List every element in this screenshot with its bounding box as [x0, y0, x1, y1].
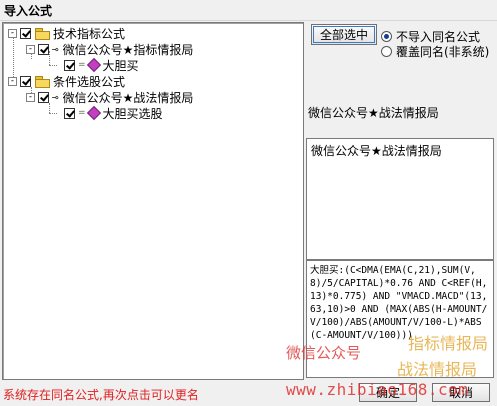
- window-title: 导入公式: [4, 4, 53, 18]
- watermark-site: www.zhibiao168.com: [286, 380, 469, 399]
- watermark-wechat: 微信公众号: [286, 344, 362, 362]
- tree-node-label: 大胆买: [102, 58, 139, 73]
- watermark-tactics-bureau: 战法情报局: [397, 360, 478, 379]
- status-message: 系统存在同名公式,再次点击可以更名: [3, 388, 199, 402]
- tree-node-indicator-bureau[interactable]: - ⊸ 微信公众号★指标情报局: [26, 41, 193, 57]
- folder-icon: [35, 75, 50, 88]
- folder-icon: [35, 27, 50, 40]
- radio-label: 覆盖同名(非系统): [396, 45, 490, 59]
- formula-type-icon: =: [78, 60, 86, 70]
- tree-node-stock-screen-formulas[interactable]: - 条件选股公式: [8, 73, 125, 89]
- formula-icon: [86, 57, 101, 73]
- tree-node-tech-formulas[interactable]: - 技术指标公式: [8, 25, 125, 41]
- collapse-toggle[interactable]: -: [8, 28, 17, 38]
- key-icon: ⊸: [52, 42, 59, 56]
- title-bar: 导入公式: [0, 0, 497, 21]
- formula-description-box[interactable]: 微信公众号★战法情报局: [306, 138, 494, 260]
- collapse-toggle[interactable]: -: [26, 44, 35, 54]
- tree-node-label: 条件选股公式: [53, 74, 126, 89]
- tree-node-label: 微信公众号★指标情报局: [62, 42, 194, 57]
- checkbox[interactable]: [20, 75, 31, 87]
- radio-dot[interactable]: [381, 31, 392, 42]
- checkbox[interactable]: [64, 107, 75, 119]
- radio-dot[interactable]: [381, 46, 392, 57]
- checkbox[interactable]: [38, 43, 49, 55]
- import-formula-dialog: 导入公式 - 技术指标公式 - ⊸ 微信公众号★指标情报局 = 大胆买 - 条件…: [0, 0, 497, 406]
- watermark-indicator-bureau: 指标情报局: [408, 334, 489, 353]
- collapse-toggle[interactable]: -: [26, 92, 35, 102]
- formula-type-icon: =: [78, 108, 86, 118]
- select-all-button[interactable]: 全部选中: [311, 24, 377, 45]
- tree-node-label: 技术指标公式: [53, 26, 126, 41]
- tree-leaf-dadanmai[interactable]: = 大胆买: [61, 57, 139, 73]
- formula-icon: [86, 105, 101, 121]
- checkbox[interactable]: [20, 27, 31, 39]
- key-icon: ⊸: [52, 90, 59, 104]
- collapse-toggle[interactable]: -: [8, 76, 17, 86]
- tree-node-label: 大胆买选股: [102, 106, 163, 121]
- checkbox[interactable]: [64, 59, 75, 71]
- tree-node-label: 微信公众号★战法情报局: [62, 90, 194, 105]
- tree-leaf-dadanmai-xuangu[interactable]: = 大胆买选股: [61, 105, 163, 121]
- radio-overwrite[interactable]: 覆盖同名(非系统): [381, 43, 489, 60]
- checkbox[interactable]: [38, 91, 49, 103]
- tree-node-tactics-bureau[interactable]: - ⊸ 微信公众号★战法情报局: [26, 89, 193, 105]
- formula-tree[interactable]: - 技术指标公式 - ⊸ 微信公众号★指标情报局 = 大胆买 - 条件选股公式 …: [2, 22, 304, 380]
- formula-name-label: 微信公众号★战法情报局: [308, 106, 439, 120]
